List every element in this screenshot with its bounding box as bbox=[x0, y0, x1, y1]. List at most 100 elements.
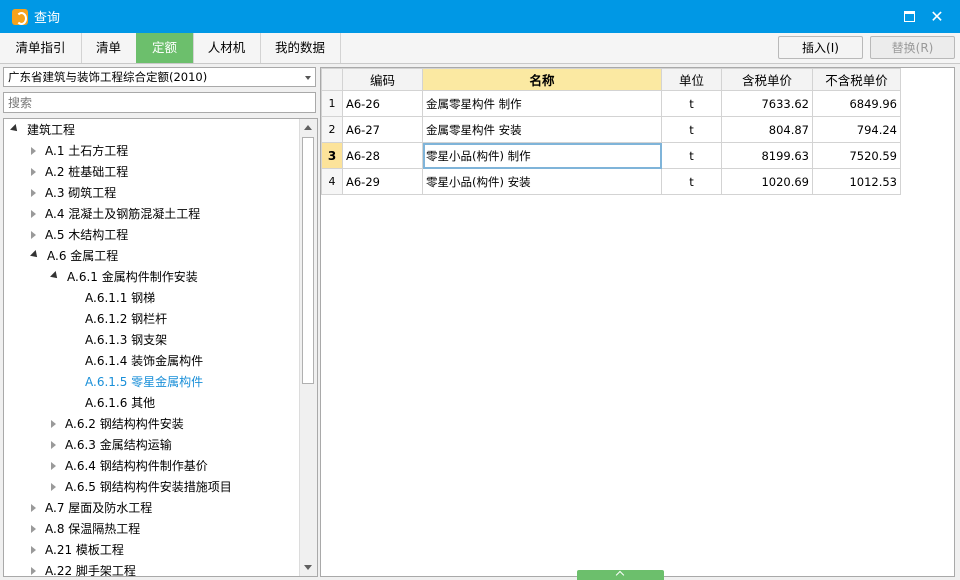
cell-price-without-tax[interactable]: 794.24 bbox=[812, 116, 901, 143]
chevron-right-icon[interactable] bbox=[31, 146, 36, 155]
expand-panel-handle[interactable] bbox=[577, 570, 664, 580]
tree-item[interactable]: A.22 脚手架工程 bbox=[31, 561, 136, 576]
table-row[interactable]: 4 A6-29 零星小品(构件) 安装 t 1020.69 1012.53 bbox=[321, 168, 901, 195]
tree-item[interactable]: A.8 保温隔热工程 bbox=[31, 519, 140, 540]
cell-unit[interactable]: t bbox=[661, 142, 722, 169]
cell-code[interactable]: A6-27 bbox=[342, 116, 423, 143]
tree-item[interactable]: A.6.1.1 钢梯 bbox=[71, 288, 155, 309]
quota-library-value: 广东省建筑与装饰工程综合定额(2010) bbox=[8, 70, 208, 84]
column-header-price-with-tax[interactable]: 含税单价 bbox=[721, 68, 813, 91]
row-index[interactable]: 4 bbox=[321, 168, 343, 195]
chevron-right-icon[interactable] bbox=[31, 230, 36, 239]
tab-bill-guide[interactable]: 清单指引 bbox=[0, 33, 82, 63]
table-row[interactable]: 1 A6-26 金属零星构件 制作 t 7633.62 6849.96 bbox=[321, 90, 901, 117]
scroll-up-icon[interactable] bbox=[300, 119, 317, 136]
tree-item-label: A.5 木结构工程 bbox=[45, 228, 129, 242]
tree-item[interactable]: A.2 桩基础工程 bbox=[31, 162, 128, 183]
tree-item[interactable]: A.6.1.5 零星金属构件 bbox=[71, 372, 203, 393]
tree-item[interactable]: A.6 金属工程 bbox=[30, 246, 118, 267]
chevron-down-icon[interactable] bbox=[10, 123, 20, 134]
chevron-right-icon[interactable] bbox=[51, 482, 56, 491]
tab-labor-material-machine[interactable]: 人材机 bbox=[193, 33, 261, 63]
tree-item-label: A.6.4 钢结构构件制作基价 bbox=[65, 459, 208, 473]
scroll-down-icon[interactable] bbox=[300, 559, 317, 576]
tree-item[interactable]: A.6.1.3 钢支架 bbox=[71, 330, 167, 351]
cell-code[interactable]: A6-28 bbox=[342, 142, 423, 169]
chevron-down-icon[interactable] bbox=[30, 249, 40, 260]
cell-unit[interactable]: t bbox=[661, 90, 722, 117]
tree-item[interactable]: A.6.5 钢结构构件安装措施项目 bbox=[51, 477, 232, 498]
tree-item[interactable]: A.3 砌筑工程 bbox=[31, 183, 116, 204]
cell-name[interactable]: 零星小品(构件) 安装 bbox=[422, 168, 662, 195]
chevron-right-icon[interactable] bbox=[31, 188, 36, 197]
tree-item-label: A.6.1 金属构件制作安装 bbox=[67, 270, 198, 284]
insert-button[interactable]: 插入(I) bbox=[778, 36, 863, 59]
tree-item[interactable]: A.4 混凝土及钢筋混凝土工程 bbox=[31, 204, 200, 225]
tree-item-label: A.4 混凝土及钢筋混凝土工程 bbox=[45, 207, 201, 221]
maximize-button[interactable] bbox=[898, 6, 920, 26]
chevron-right-icon[interactable] bbox=[31, 209, 36, 218]
tree-item-label: A.8 保温隔热工程 bbox=[45, 522, 141, 536]
chevron-right-icon[interactable] bbox=[31, 566, 36, 575]
title-bar: 查询 ✕ bbox=[0, 0, 960, 33]
cell-code[interactable]: A6-26 bbox=[342, 90, 423, 117]
tree-item-label: A.6.2 钢结构构件安装 bbox=[65, 417, 184, 431]
cell-unit[interactable]: t bbox=[661, 168, 722, 195]
tab-my-data[interactable]: 我的数据 bbox=[260, 33, 341, 63]
cell-price-with-tax[interactable]: 804.87 bbox=[721, 116, 813, 143]
tree-item[interactable]: A.6.1.6 其他 bbox=[71, 393, 155, 414]
tree-item[interactable]: A.6.4 钢结构构件制作基价 bbox=[51, 456, 208, 477]
chevron-right-icon[interactable] bbox=[51, 419, 56, 428]
column-header-price-without-tax[interactable]: 不含税单价 bbox=[812, 68, 901, 91]
chevron-right-icon[interactable] bbox=[31, 167, 36, 176]
tree-item[interactable]: A.6.3 金属结构运输 bbox=[51, 435, 172, 456]
tree-item[interactable]: A.7 屋面及防水工程 bbox=[31, 498, 152, 519]
chevron-right-icon[interactable] bbox=[51, 461, 56, 470]
tree-scrollbar[interactable] bbox=[299, 119, 317, 576]
cell-name[interactable]: 金属零星构件 制作 bbox=[422, 90, 662, 117]
tree-item-label: A.6.1.2 钢栏杆 bbox=[85, 312, 168, 326]
cell-name[interactable]: 金属零星构件 安装 bbox=[422, 116, 662, 143]
cell-price-without-tax[interactable]: 7520.59 bbox=[812, 142, 901, 169]
tree-item[interactable]: A.6.1.4 装饰金属构件 bbox=[71, 351, 203, 372]
column-header-code[interactable]: 编码 bbox=[342, 68, 423, 91]
table-row[interactable]: 3 A6-28 零星小品(构件) 制作 t 8199.63 7520.59 bbox=[321, 142, 901, 169]
chevron-right-icon[interactable] bbox=[31, 503, 36, 512]
replace-button[interactable]: 替换(R) bbox=[870, 36, 955, 59]
row-index[interactable]: 1 bbox=[321, 90, 343, 117]
chevron-down-icon[interactable] bbox=[50, 270, 60, 281]
chevron-right-icon[interactable] bbox=[51, 440, 56, 449]
close-button[interactable]: ✕ bbox=[926, 6, 948, 26]
column-header-unit[interactable]: 单位 bbox=[661, 68, 722, 91]
chevron-right-icon[interactable] bbox=[31, 545, 36, 554]
row-index[interactable]: 2 bbox=[321, 116, 343, 143]
cell-price-with-tax[interactable]: 7633.62 bbox=[721, 90, 813, 117]
cell-price-without-tax[interactable]: 1012.53 bbox=[812, 168, 901, 195]
row-index[interactable]: 3 bbox=[321, 142, 343, 169]
tree-item[interactable]: A.5 木结构工程 bbox=[31, 225, 128, 246]
column-header-name[interactable]: 名称 bbox=[422, 68, 662, 91]
tree-item-label: A.6.5 钢结构构件安装措施项目 bbox=[65, 480, 232, 494]
tree-item[interactable]: A.21 模板工程 bbox=[31, 540, 124, 561]
tree-item[interactable]: A.6.2 钢结构构件安装 bbox=[51, 414, 184, 435]
app-logo-icon bbox=[12, 8, 28, 25]
cell-price-with-tax[interactable]: 1020.69 bbox=[721, 168, 813, 195]
search-input[interactable] bbox=[3, 92, 316, 113]
chevron-right-icon[interactable] bbox=[31, 524, 36, 533]
cell-price-with-tax[interactable]: 8199.63 bbox=[721, 142, 813, 169]
tree-item-label: A.6.1.4 装饰金属构件 bbox=[85, 354, 204, 368]
cell-name[interactable]: 零星小品(构件) 制作 bbox=[422, 142, 662, 169]
tree-item[interactable]: A.1 土石方工程 bbox=[31, 141, 128, 162]
tree-item[interactable]: 建筑工程 bbox=[10, 120, 75, 141]
quota-library-select[interactable]: 广东省建筑与装饰工程综合定额(2010) bbox=[3, 67, 316, 87]
tab-quota[interactable]: 定额 bbox=[136, 33, 194, 63]
cell-unit[interactable]: t bbox=[661, 116, 722, 143]
tree-item[interactable]: A.6.1 金属构件制作安装 bbox=[50, 267, 198, 288]
tree-item-label: A.1 土石方工程 bbox=[45, 144, 129, 158]
tab-bill[interactable]: 清单 bbox=[81, 33, 137, 63]
tree-item[interactable]: A.6.1.2 钢栏杆 bbox=[71, 309, 167, 330]
scrollbar-thumb[interactable] bbox=[302, 137, 314, 384]
cell-price-without-tax[interactable]: 6849.96 bbox=[812, 90, 901, 117]
table-row[interactable]: 2 A6-27 金属零星构件 安装 t 804.87 794.24 bbox=[321, 116, 901, 143]
cell-code[interactable]: A6-29 bbox=[342, 168, 423, 195]
